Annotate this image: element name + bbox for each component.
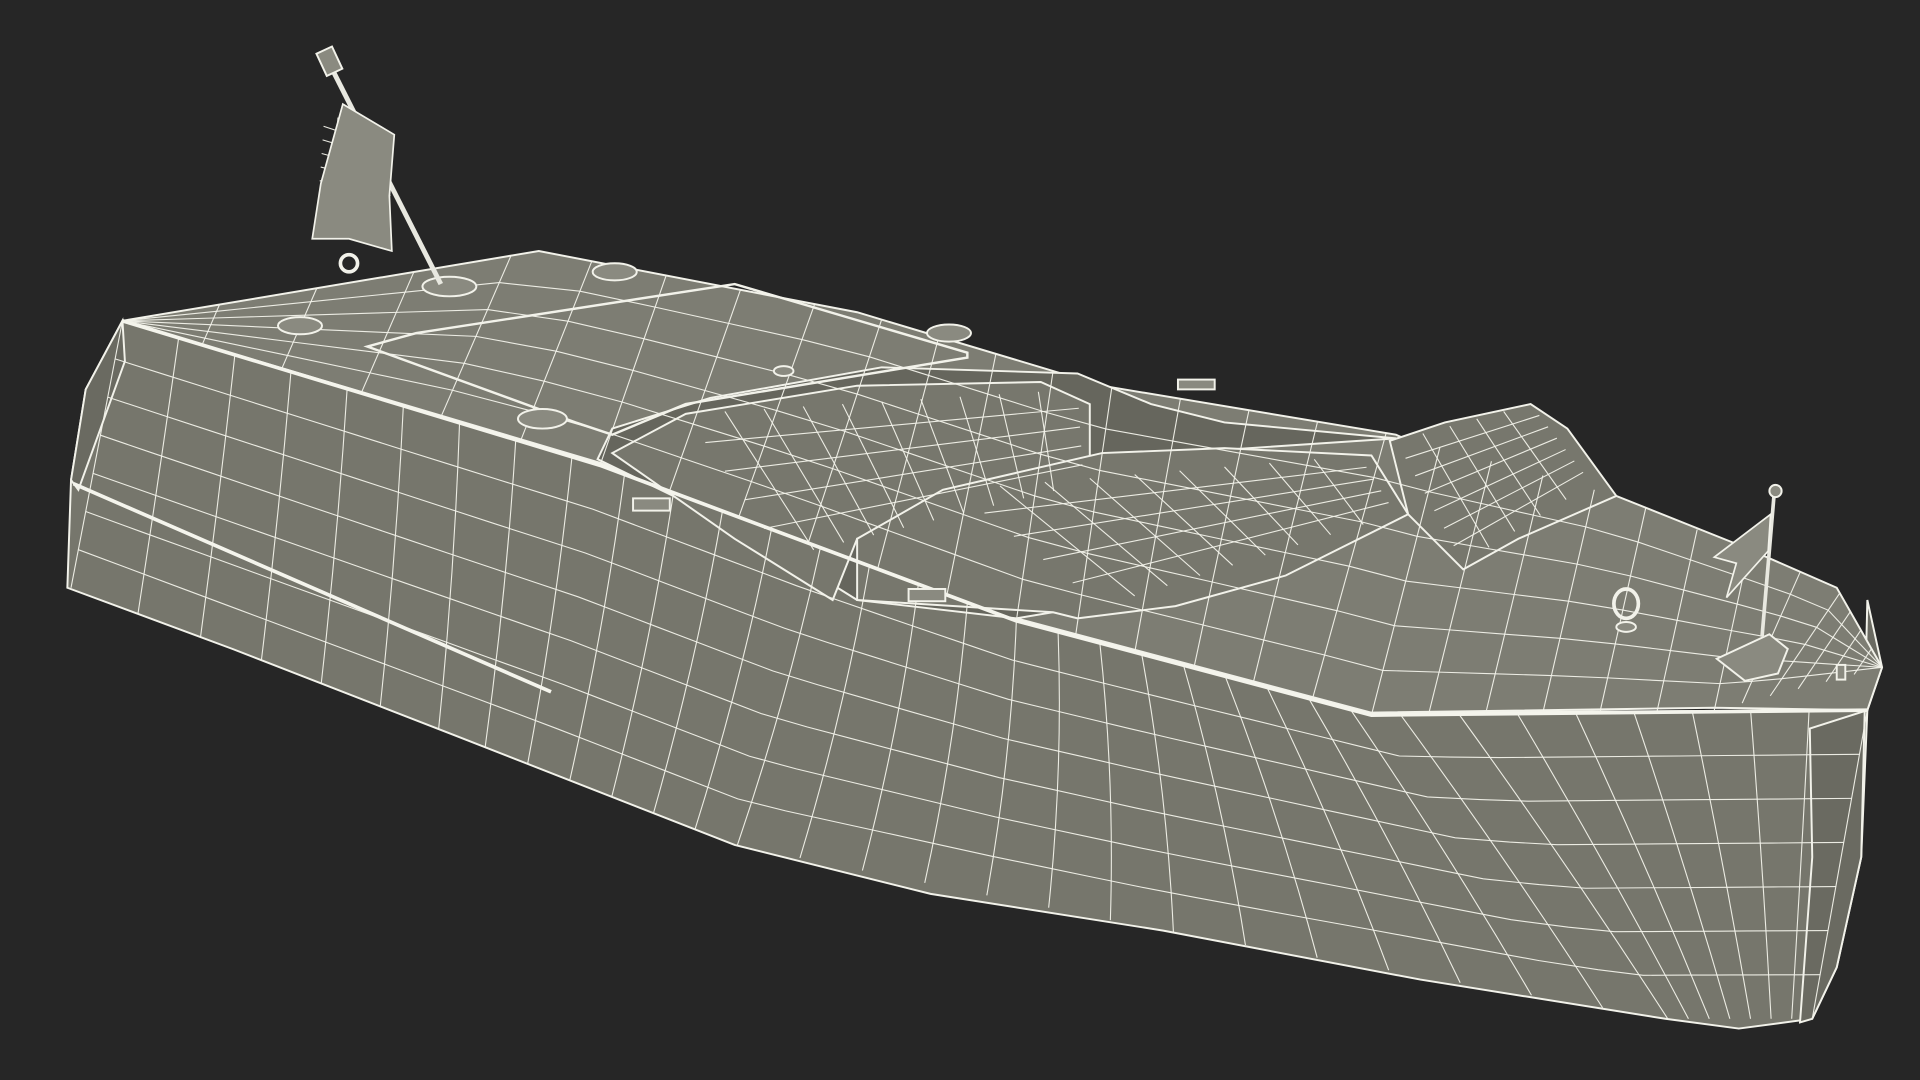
bow-light: [1835, 663, 1847, 681]
boat-wireframe-render: [66, 45, 1884, 1030]
3d-viewport[interactable]: [0, 0, 1920, 1080]
stern-flag: [311, 45, 478, 298]
